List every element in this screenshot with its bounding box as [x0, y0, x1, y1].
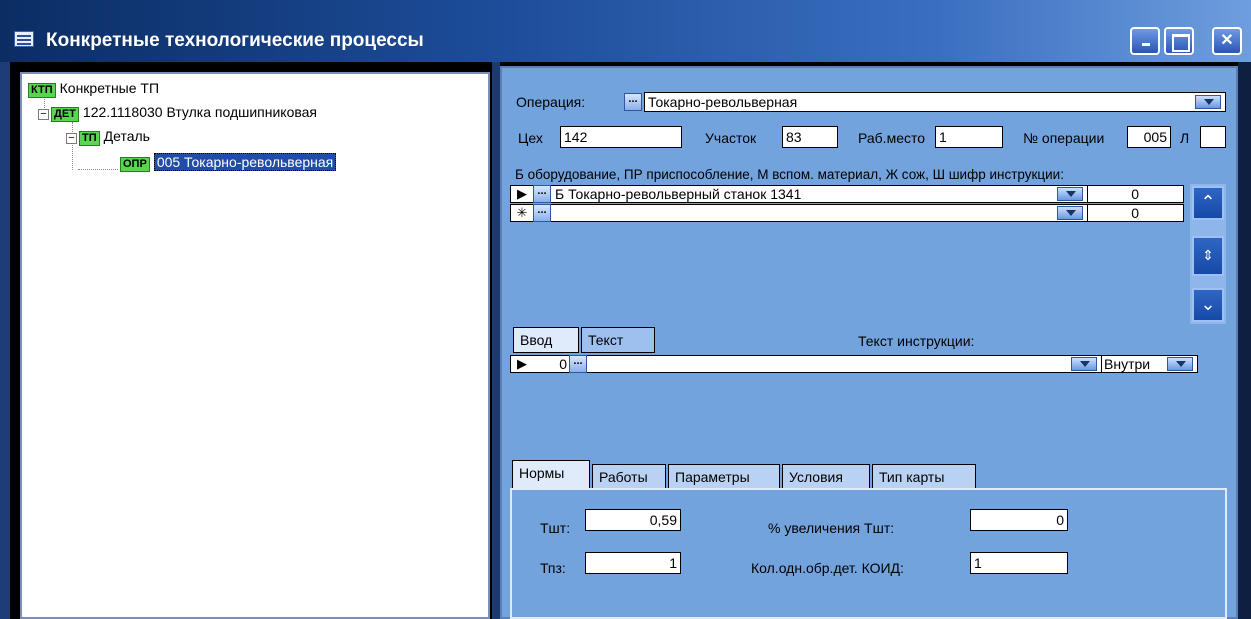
- current-row-icon: ▶: [517, 186, 527, 201]
- current-row-icon: ▶: [517, 356, 527, 371]
- workshop-label: Цех: [518, 130, 543, 146]
- scroll-down-icon[interactable]: ⌄: [1192, 288, 1224, 322]
- equipment-row[interactable]: ▶ ... Б Токарно-револьверный станок 1341…: [510, 185, 1184, 203]
- tree-item-label: 005 Токарно-револьверная: [153, 153, 337, 171]
- equipment-value[interactable]: Б Токарно-револьверный станок 1341: [555, 186, 801, 202]
- window-title: Конкретные технологические процессы: [46, 30, 424, 51]
- chevron-down-icon[interactable]: [1057, 187, 1083, 201]
- window-border-left: [0, 62, 10, 619]
- tree-item-label: 122.1118030 Втулка подшипниковая: [82, 104, 318, 120]
- equipment-count[interactable]: 0: [1087, 205, 1143, 221]
- operation-select[interactable]: Токарно-револьверная: [644, 92, 1226, 112]
- tree-item-label: Деталь: [103, 128, 150, 144]
- tp-icon: ТП: [79, 131, 100, 146]
- collapse-icon[interactable]: −: [66, 133, 77, 144]
- instruction-number[interactable]: 0: [533, 356, 567, 372]
- operation-label: Операция:: [516, 94, 586, 110]
- workplace-field[interactable]: 1: [935, 126, 1003, 148]
- tsht-label: Тшт:: [540, 520, 571, 536]
- increase-field[interactable]: 0: [970, 509, 1068, 531]
- tpz-label: Тпз:: [540, 560, 566, 576]
- sheet-label: Л: [1180, 130, 1190, 146]
- instruction-position[interactable]: Внутри: [1101, 356, 1150, 372]
- koid-label: Кол.одн.обр.дет. КОИД:: [751, 560, 904, 576]
- tab-norms[interactable]: Нормы: [512, 460, 590, 490]
- window-border-right: [1238, 62, 1251, 619]
- tab-input[interactable]: Ввод: [513, 327, 579, 353]
- close-button[interactable]: ✕: [1212, 27, 1242, 55]
- close-icon: ✕: [1220, 32, 1234, 49]
- tree-item-root[interactable]: КТП Конкретные ТП: [28, 80, 159, 98]
- chevron-down-icon[interactable]: [1057, 206, 1083, 220]
- tpz-field[interactable]: 1: [585, 552, 681, 574]
- minimize-button[interactable]: [1130, 27, 1160, 55]
- operation-lookup-button[interactable]: ...: [624, 93, 642, 111]
- scroll-thumb[interactable]: ⇕: [1192, 236, 1224, 276]
- workplace-label: Раб.место: [858, 130, 926, 146]
- scroll-up-icon[interactable]: ⌃: [1192, 186, 1224, 220]
- det-icon: ДЕТ: [51, 107, 79, 122]
- instruction-row[interactable]: ▶ 0 ... Внутри: [510, 355, 1198, 373]
- process-tree[interactable]: КТП Конкретные ТП − ДЕТ 122.1118030 Втулка …: [20, 72, 490, 619]
- equipment-scrollbar[interactable]: ⌃ ⇕ ⌄: [1190, 184, 1226, 324]
- tsht-field[interactable]: 0,59: [585, 509, 681, 531]
- sheet-field[interactable]: [1200, 126, 1226, 148]
- tab-works[interactable]: Работы: [592, 464, 666, 490]
- tab-parameters[interactable]: Параметры: [668, 464, 780, 490]
- tab-conditions[interactable]: Условия: [782, 464, 870, 490]
- workshop-field[interactable]: 142: [560, 126, 682, 148]
- instruction-lookup-button[interactable]: ...: [569, 355, 587, 373]
- opnum-field[interactable]: 005: [1127, 126, 1171, 148]
- tab-card-type[interactable]: Тип карты: [872, 464, 976, 490]
- tree-item-label: Конкретные ТП: [59, 80, 160, 96]
- chevron-down-icon[interactable]: [1071, 357, 1097, 371]
- app-menu-icon[interactable]: [14, 31, 34, 47]
- equipment-lookup-button[interactable]: ...: [533, 204, 551, 222]
- section-field[interactable]: 83: [782, 126, 838, 148]
- ktp-icon: КТП: [28, 83, 56, 98]
- tree-connector: [78, 169, 118, 170]
- tab-text[interactable]: Текст: [581, 327, 655, 353]
- equipment-new-row[interactable]: ✳ ... 0: [510, 204, 1184, 222]
- koid-field[interactable]: 1: [970, 552, 1068, 574]
- equipment-count[interactable]: 0: [1087, 186, 1143, 202]
- tree-item-detail[interactable]: − ДЕТ 122.1118030 Втулка подшипниковая: [38, 104, 317, 122]
- collapse-icon[interactable]: −: [38, 109, 49, 120]
- chevron-down-icon[interactable]: [1167, 357, 1193, 371]
- equipment-legend: Б оборудование, ПР приспособление, М всп…: [515, 167, 1064, 182]
- new-row-icon: ✳: [516, 205, 528, 220]
- instruction-label: Текст инструкции:: [858, 333, 975, 349]
- tree-item-tp[interactable]: − ТП Деталь: [66, 128, 150, 146]
- tree-item-operation[interactable]: ОПР 005 Токарно-револьверная: [120, 153, 337, 172]
- equipment-lookup-button[interactable]: ...: [533, 185, 551, 203]
- opnum-label: № операции: [1023, 130, 1105, 146]
- chevron-down-icon[interactable]: [1195, 95, 1221, 109]
- opr-icon: ОПР: [120, 157, 150, 172]
- maximize-button[interactable]: [1164, 27, 1194, 55]
- section-label: Участок: [705, 130, 757, 146]
- increase-label: % увеличения Тшт:: [768, 520, 895, 536]
- pane-splitter[interactable]: [492, 62, 500, 619]
